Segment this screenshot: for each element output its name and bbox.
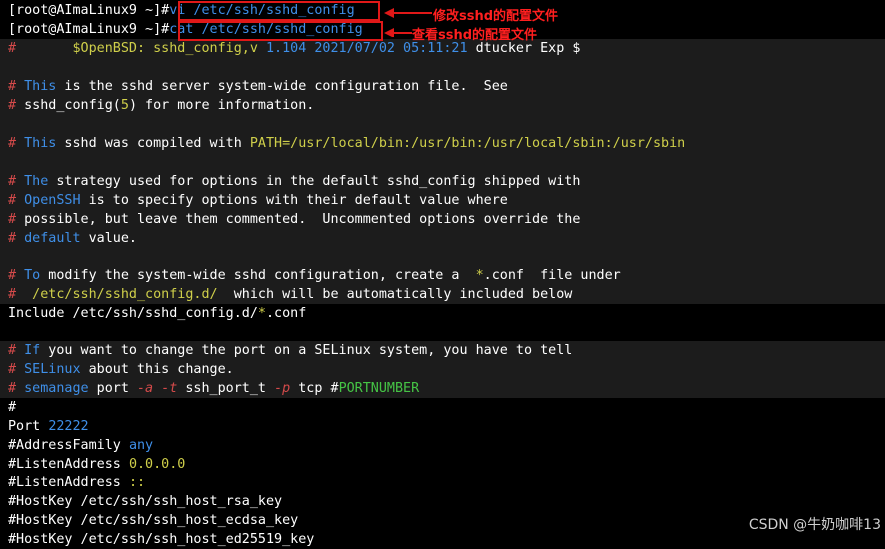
version-text: 1.104 2021/07/02 05:11:21 bbox=[265, 41, 468, 56]
config-line: #ListenAddress 0.0.0.0 bbox=[0, 455, 885, 474]
arrow-head-cat bbox=[384, 28, 394, 37]
comment-hash: # bbox=[8, 193, 17, 208]
terminal-window[interactable]: [root@AImaLinux9 ~]#vi /etc/ssh/sshd_con… bbox=[0, 0, 885, 547]
glob-star: * bbox=[475, 268, 484, 283]
comment-hash: # bbox=[8, 362, 17, 377]
comment-text: port bbox=[88, 381, 137, 396]
keyword: OpenSSH bbox=[16, 193, 81, 208]
comment-text: sshd_config( bbox=[16, 98, 121, 113]
blank-line bbox=[0, 248, 885, 267]
path-value: PATH=/usr/local/bin:/usr/bin:/usr/local/… bbox=[249, 136, 686, 151]
comment-hash: # bbox=[8, 231, 17, 246]
blank-line bbox=[0, 58, 885, 77]
keyword: To bbox=[16, 268, 41, 283]
config-line: #HostKey /etc/ssh/ssh_host_rsa_key bbox=[0, 492, 885, 511]
keyword: semanage bbox=[16, 381, 89, 396]
config-line: # bbox=[0, 398, 885, 417]
config-line: #ListenAddress :: bbox=[0, 473, 885, 492]
prompt: [root@AImaLinux9 ~]# bbox=[8, 3, 170, 18]
config-line: # default value. bbox=[0, 229, 885, 248]
config-line: # /etc/ssh/sshd_config.d/ which will be … bbox=[0, 285, 885, 304]
openbsd-tag: $OpenBSD: sshd_config,v bbox=[72, 41, 266, 56]
author-text: dtucker Exp $ bbox=[467, 41, 581, 56]
include-line: Include /etc/ssh/sshd_config.d/*.conf bbox=[0, 304, 885, 323]
annotation-box-vi bbox=[178, 1, 380, 21]
blank-line bbox=[0, 115, 885, 134]
port-line: Port 22222 bbox=[0, 417, 885, 436]
keyword: If bbox=[16, 343, 41, 358]
option-flag: -a bbox=[137, 381, 154, 396]
config-line: # This sshd was compiled with PATH=/usr/… bbox=[0, 134, 885, 153]
comment-text: modify the system-wide sshd configuratio… bbox=[40, 268, 476, 283]
annotation-view-label: 查看sshd的配置文件 bbox=[412, 28, 538, 43]
config-line: #AddressFamily any bbox=[0, 436, 885, 455]
port-value: 22222 bbox=[48, 419, 89, 434]
comment-text: strategy used for options in the default… bbox=[48, 174, 581, 189]
comment-text: is to specify options with their default… bbox=[80, 193, 508, 208]
keyword: The bbox=[16, 174, 49, 189]
comment-text: ) for more information. bbox=[128, 98, 315, 113]
option-flag: -p bbox=[274, 381, 291, 396]
directive: #HostKey /etc/ssh/ssh_host_rsa_key bbox=[8, 494, 283, 509]
comment-text: ssh_port_t bbox=[177, 381, 275, 396]
config-line: # SELinux about this change. bbox=[0, 360, 885, 379]
path-value: /etc/ssh/sshd_config.d/ bbox=[16, 287, 218, 302]
comment-text: is the sshd server system-wide configura… bbox=[56, 79, 508, 94]
keyword: SELinux bbox=[16, 362, 81, 377]
comment-hash: # bbox=[8, 41, 17, 56]
directive: #ListenAddress bbox=[8, 475, 129, 490]
config-line: # semanage port -a -t ssh_port_t -p tcp … bbox=[0, 379, 885, 398]
comment-text: # possible, but leave them commented. Un… bbox=[8, 212, 580, 227]
config-line: # If you want to change the port on a SE… bbox=[0, 341, 885, 360]
comment-hash: # bbox=[8, 79, 17, 94]
comment-text: sshd was compiled with bbox=[56, 136, 250, 151]
comment-text: tcp # bbox=[290, 381, 339, 396]
directive: #ListenAddress bbox=[8, 457, 129, 472]
comment-text: .conf file under bbox=[483, 268, 621, 283]
config-line: # OpenSSH is to specify options with the… bbox=[0, 191, 885, 210]
number: 5 bbox=[120, 98, 129, 113]
option-value: :: bbox=[128, 475, 146, 490]
comment-hash: # bbox=[8, 268, 17, 283]
comment-text: you want to change the port on a SELinux… bbox=[40, 343, 573, 358]
annotation-edit-label: 修改sshd的配置文件 bbox=[433, 9, 559, 24]
comment-hash: # bbox=[8, 174, 17, 189]
comment-text: possible, but leave them commented. Unco… bbox=[16, 212, 581, 227]
keyword: This bbox=[16, 79, 57, 94]
comment-hash: # bbox=[8, 98, 17, 113]
option-value: any bbox=[128, 438, 154, 453]
config-line: # sshd_config(5) for more information. bbox=[0, 96, 885, 115]
option-flag: -t bbox=[161, 381, 178, 396]
directive: Include /etc/ssh/sshd_config.d/ bbox=[8, 306, 258, 321]
arrow-head-vi bbox=[384, 8, 394, 18]
config-line: # The strategy used for options in the d… bbox=[0, 172, 885, 191]
directive: Port bbox=[8, 419, 49, 434]
config-line: # To modify the system-wide sshd configu… bbox=[0, 266, 885, 285]
blank-line bbox=[0, 153, 885, 172]
comment-hash: # bbox=[8, 343, 17, 358]
directive: #AddressFamily bbox=[8, 438, 129, 453]
placeholder-token: PORTNUMBER bbox=[338, 381, 420, 396]
comment-hash: # bbox=[8, 287, 17, 302]
glob-star: * bbox=[257, 306, 266, 321]
comment-text: value. bbox=[80, 231, 137, 246]
option-value: 0.0.0.0 bbox=[128, 457, 186, 472]
directive: .conf bbox=[265, 306, 307, 321]
comment-text: which will be automatically included bel… bbox=[217, 287, 573, 302]
comment-text: about this change. bbox=[80, 362, 234, 377]
keyword: default bbox=[16, 231, 81, 246]
comment-hash: # bbox=[8, 381, 17, 396]
watermark: CSDN @牛奶咖啡13 bbox=[748, 517, 881, 533]
comment-text: # bbox=[8, 400, 17, 415]
comment-hash: # bbox=[8, 136, 17, 151]
config-line: # This is the sshd server system-wide co… bbox=[0, 77, 885, 96]
config-line: # possible, but leave them commented. Un… bbox=[0, 210, 885, 229]
annotation-box-cat bbox=[178, 21, 383, 41]
comment-hash: # bbox=[8, 212, 17, 227]
prompt: [root@AImaLinux9 ~]# bbox=[8, 22, 170, 37]
keyword: This bbox=[16, 136, 57, 151]
directive: #HostKey /etc/ssh/ssh_host_ecdsa_key bbox=[8, 513, 299, 528]
